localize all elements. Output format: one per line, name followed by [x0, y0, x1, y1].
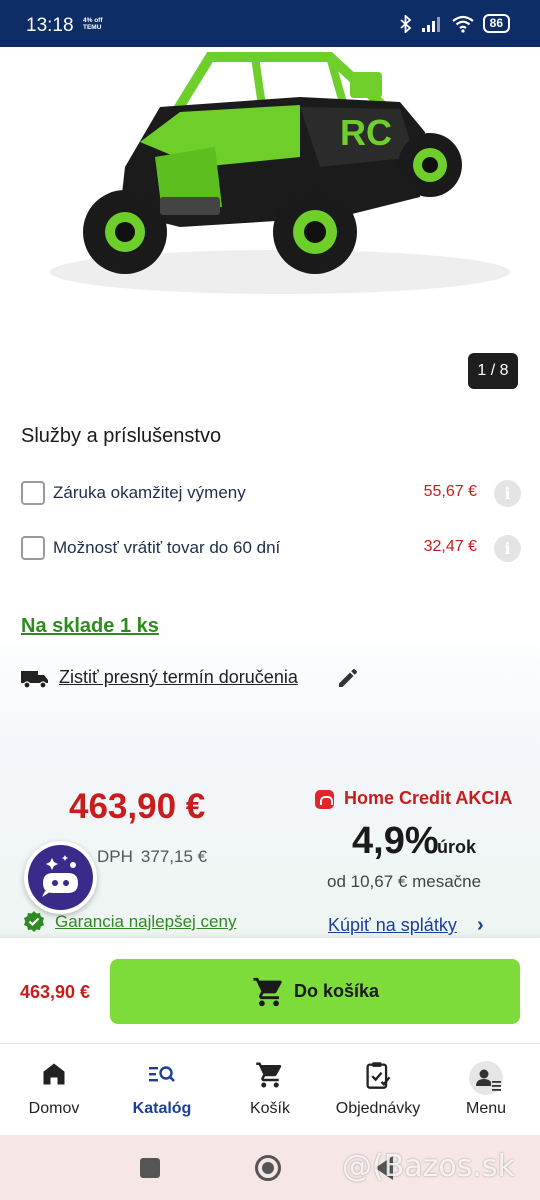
return-checkbox[interactable] [21, 536, 45, 560]
user-menu-icon [469, 1061, 503, 1095]
service-price: 55,67 € [423, 483, 477, 500]
android-system-nav: @(Bazos.sk [0, 1135, 540, 1200]
product-image-gallery[interactable]: RC 1 / 8 [0, 47, 540, 407]
cart-icon [253, 977, 282, 1007]
signal-icon [421, 16, 440, 32]
product-price: 463,90 € [69, 787, 206, 826]
service-row-warranty[interactable]: Záruka okamžitej výmeny 55,67 € i [21, 479, 521, 509]
nav-cart[interactable]: Košík [216, 1044, 324, 1136]
catalog-search-icon [149, 1066, 175, 1082]
battery-indicator: 86 [482, 14, 510, 33]
nav-orders[interactable]: Objednávky [324, 1044, 432, 1136]
robot-icon [42, 855, 78, 897]
add-to-cart-bar: 463,90 € Do košíka [0, 937, 540, 1043]
verified-badge-icon [24, 911, 44, 932]
chevron-right-icon[interactable]: › [477, 914, 484, 937]
svg-text:RC: RC [340, 112, 392, 153]
status-time: 13:18 [26, 15, 74, 36]
nav-home[interactable]: Domov [0, 1044, 108, 1136]
home-credit-logo-icon [315, 790, 334, 809]
home-button[interactable] [255, 1155, 281, 1181]
nav-label: Menu [465, 1100, 507, 1117]
buy-installments-link[interactable]: Kúpiť na splátky [328, 915, 457, 936]
nav-label: Košík [249, 1100, 290, 1117]
interest-rate: 4,9% [352, 820, 439, 862]
truck-icon [21, 671, 48, 689]
cart-icon [256, 1062, 282, 1088]
bluetooth-icon [400, 14, 411, 33]
pencil-icon[interactable] [336, 666, 360, 690]
monthly-payment: od 10,67 € mesačne [327, 872, 482, 891]
add-to-cart-label: Do košíka [294, 981, 380, 1001]
delivery-link[interactable]: Zistiť presný termín doručenia [59, 667, 298, 688]
vat-value: 377,15 € [140, 847, 208, 866]
wifi-icon [451, 15, 474, 33]
vat-info: DPH 377,15 € [97, 847, 207, 867]
temu-line2: TEMU [83, 24, 102, 31]
temu-line1: 4% off [83, 17, 103, 24]
assistant-avatar [28, 845, 93, 910]
vat-label: DPH [97, 847, 133, 866]
service-label: Možnosť vrátiť tovar do 60 dní [53, 538, 281, 557]
status-bar: 13:18 4% off TEMU 86 [0, 0, 540, 47]
system-icons: 86 [400, 14, 510, 33]
nav-label: Katalóg [132, 1100, 192, 1117]
info-icon[interactable]: i [494, 535, 521, 562]
stock-link[interactable]: Na sklade 1 ks [21, 615, 159, 638]
service-price: 32,47 € [423, 538, 477, 555]
interest-label: úrok [437, 837, 477, 857]
info-icon[interactable]: i [494, 480, 521, 507]
clipboard-check-icon [366, 1062, 391, 1089]
chat-assistant-button[interactable] [24, 841, 97, 914]
cart-bar-price: 463,90 € [20, 982, 91, 1002]
image-counter: 1 / 8 [468, 353, 518, 389]
temu-notification-icon: 4% off TEMU [83, 17, 103, 31]
services-title: Služby a príslušenstvo [21, 425, 222, 447]
nav-catalog[interactable]: Katalóg [108, 1044, 216, 1136]
bottom-navigation: Domov Katalóg Košík Objednávky Menu [0, 1043, 540, 1135]
product-image: RC [50, 52, 510, 294]
home-icon [43, 1063, 65, 1085]
nav-label: Objednávky [335, 1100, 421, 1117]
service-row-return[interactable]: Možnosť vrátiť tovar do 60 dní 32,47 € i [21, 534, 521, 564]
nav-label: Domov [28, 1100, 80, 1117]
add-to-cart-button[interactable]: Do košíka [110, 959, 520, 1024]
warranty-checkbox[interactable] [21, 481, 45, 505]
service-label: Záruka okamžitej výmeny [53, 483, 246, 502]
recents-button[interactable] [140, 1158, 160, 1178]
delivery-info[interactable]: Zistiť presný termín doručenia [21, 666, 381, 692]
nav-menu[interactable]: Menu [432, 1044, 540, 1136]
guarantee-link[interactable]: Garancia najlepšej ceny [55, 912, 236, 932]
watermark: @(Bazos.sk [342, 1149, 515, 1184]
home-credit-title: Home Credit AKCIA [344, 788, 513, 808]
